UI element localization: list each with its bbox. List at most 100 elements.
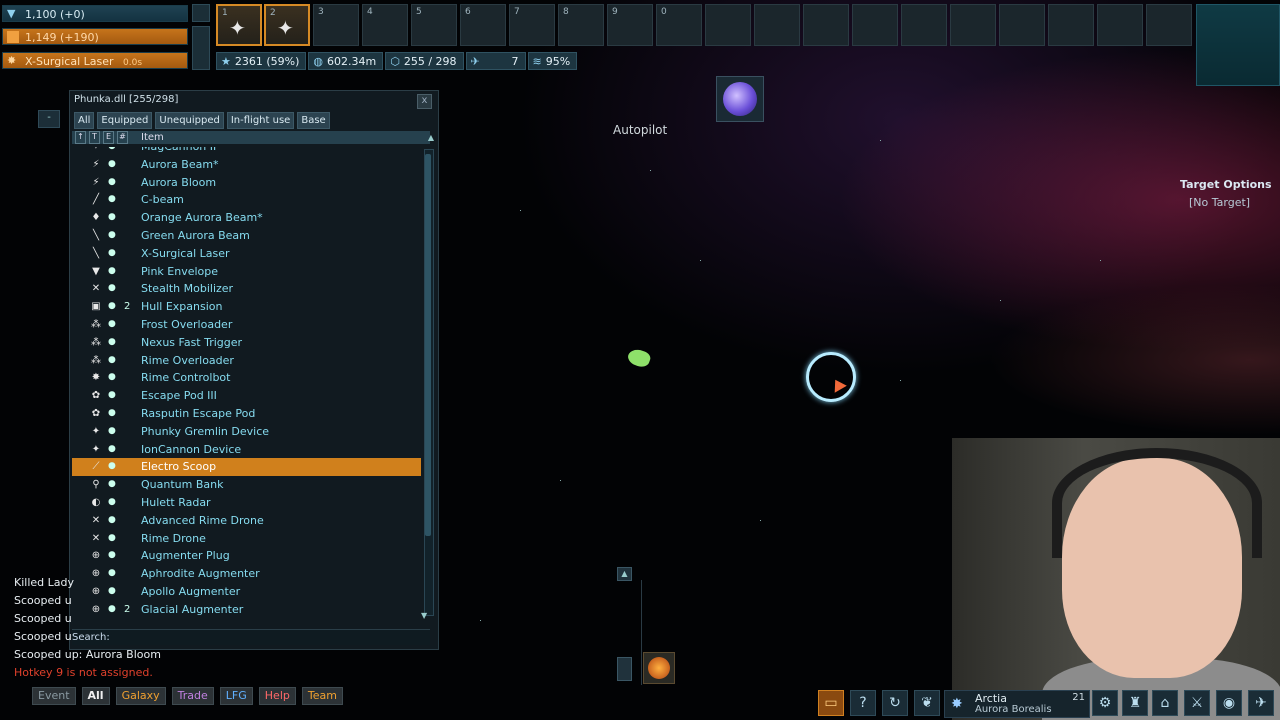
ship-icon[interactable]: ♜ [1122, 690, 1148, 716]
inventory-item[interactable]: ⚲ ● Quantum Bank [72, 476, 421, 494]
inventory-item[interactable]: ✕ ● Advanced Rime Drone [72, 512, 421, 530]
inventory-item[interactable]: ╱ ● C-beam [72, 191, 421, 209]
inventory-item[interactable]: ✦ ● IonCannon Device [72, 441, 421, 459]
equipped-indicator[interactable]: ● [108, 209, 116, 227]
inventory-item[interactable]: ✦ ● Phunky Gremlin Device [72, 423, 421, 441]
scroll-up-icon[interactable]: ▲ [428, 131, 434, 144]
inventory-item[interactable]: ⁂ ● Nexus Fast Trigger [72, 334, 421, 352]
weapon-bar[interactable]: ✸ X-Surgical Laser 0.0s [2, 52, 188, 69]
filter-inflight[interactable]: In-flight use [226, 112, 295, 129]
filter-base[interactable]: Base [297, 112, 330, 129]
inventory-item[interactable]: ✕ ● Rime Drone [72, 530, 421, 548]
equipped-indicator[interactable]: ● [108, 156, 116, 174]
inventory-item[interactable]: ⊕ ● 2 Glacial Augmenter [72, 601, 421, 619]
inventory-item[interactable]: ✸ ● Rime Controlbot [72, 369, 421, 387]
tab-lfg[interactable]: LFG [219, 687, 253, 705]
inventory-item[interactable]: ▼ ● Pink Envelope [72, 263, 421, 281]
equipped-indicator[interactable]: ● [108, 280, 116, 298]
filter-unequipped[interactable]: Unequipped [155, 112, 224, 129]
chat-bubble-icon[interactable]: ▭ [818, 690, 844, 716]
cargo-slot[interactable] [643, 652, 675, 684]
hotbar-slot-extra[interactable] [999, 4, 1045, 46]
equipped-indicator[interactable]: ● [108, 174, 116, 192]
sort-arrow-button[interactable]: ↑ [75, 131, 86, 144]
equipped-indicator[interactable]: ● [108, 476, 116, 494]
hotbar-slot-4[interactable]: 4 [362, 4, 408, 46]
hotbar-slot-0[interactable]: 0 [656, 4, 702, 46]
filter-equipped[interactable]: Equipped [97, 112, 153, 129]
sort-equip-button[interactable]: E [103, 131, 114, 144]
equipped-indicator[interactable]: ● [108, 583, 116, 601]
inventory-item[interactable]: ╲ ● X-Surgical Laser [72, 245, 421, 263]
hotbar-slot-6[interactable]: 6 [460, 4, 506, 46]
skills-icon[interactable]: ⚔ [1184, 690, 1210, 716]
hotbar-slot-extra[interactable] [803, 4, 849, 46]
equipped-indicator[interactable]: ● [108, 316, 116, 334]
inventory-item[interactable]: ⚡ ● Aurora Bloom [72, 174, 421, 192]
cargo-scroll-control[interactable] [617, 657, 632, 681]
equipped-indicator[interactable]: ● [108, 369, 116, 387]
inventory-item[interactable]: ⊕ ● Apollo Augmenter [72, 583, 421, 601]
equipped-indicator[interactable]: ● [108, 458, 116, 476]
tab-all[interactable]: All [81, 687, 110, 705]
inventory-item[interactable]: ⊕ ● Augmenter Plug [72, 547, 421, 565]
inventory-item[interactable]: ✕ ● Stealth Mobilizer [72, 280, 421, 298]
equipped-indicator[interactable]: ● [108, 530, 116, 548]
equipped-indicator[interactable]: ● [108, 547, 116, 565]
hotbar-slot-extra[interactable] [754, 4, 800, 46]
map-icon[interactable]: ✈ [1248, 690, 1274, 716]
chat-expand-icon[interactable]: ▲ [617, 567, 632, 581]
hotbar-slot-1[interactable]: 1 ✦ [216, 4, 262, 46]
equipped-indicator[interactable]: ● [108, 405, 116, 423]
leaf-icon[interactable]: ❦ [914, 690, 940, 716]
equipped-indicator[interactable]: ● [108, 263, 116, 281]
equipped-indicator[interactable]: ● [108, 423, 116, 441]
inventory-item[interactable]: ▣ ● 2 Hull Expansion [72, 298, 421, 316]
hotbar-slot-8[interactable]: 8 [558, 4, 604, 46]
inventory-scrollbar[interactable] [424, 149, 434, 616]
inventory-item[interactable]: ⁂ ● Rime Overloader [72, 352, 421, 370]
inventory-item[interactable]: ♦ ● Orange Aurora Beam* [72, 209, 421, 227]
hotbar-slot-9[interactable]: 9 [607, 4, 653, 46]
inventory-item[interactable]: ⁂ ● Frost Overloader [72, 316, 421, 334]
hotbar-slot-3[interactable]: 3 [313, 4, 359, 46]
equipped-indicator[interactable]: ● [108, 245, 116, 263]
minimap-panel[interactable] [1196, 4, 1280, 86]
tab-galaxy[interactable]: Galaxy [115, 687, 166, 705]
hotbar-slot-5[interactable]: 5 [411, 4, 457, 46]
inventory-item[interactable]: ⟋ ● Electro Scoop [72, 458, 421, 477]
equipped-indicator[interactable]: ● [108, 352, 116, 370]
equipped-indicator[interactable]: ● [108, 227, 116, 245]
hotbar-slot-extra[interactable] [1146, 4, 1192, 46]
tab-help[interactable]: Help [258, 687, 296, 705]
equipped-indicator[interactable]: ● [108, 494, 116, 512]
hangar-icon[interactable]: ⌂ [1152, 690, 1178, 716]
inventory-item[interactable]: ╲ ● Green Aurora Beam [72, 227, 421, 245]
tab-trade[interactable]: Trade [171, 687, 214, 705]
equipped-indicator[interactable]: ● [108, 387, 116, 405]
item-column-label[interactable]: Item [141, 131, 164, 144]
refresh-icon[interactable]: ↻ [882, 690, 908, 716]
equipped-indicator[interactable]: ● [108, 191, 116, 209]
portal-indicator[interactable] [716, 76, 764, 122]
hotbar-toggle-button[interactable] [192, 4, 210, 22]
hotbar-slot-7[interactable]: 7 [509, 4, 555, 46]
inventory-item[interactable]: ⊕ ● Aphrodite Augmenter [72, 565, 421, 583]
scroll-down-icon[interactable]: ▼ [421, 611, 427, 620]
tab-team[interactable]: Team [301, 687, 343, 705]
tab-event[interactable]: Event [32, 687, 76, 705]
search-field[interactable]: Search: [72, 629, 430, 645]
equipped-indicator[interactable]: ● [108, 147, 116, 156]
equipped-indicator[interactable]: ● [108, 334, 116, 352]
location-panel[interactable]: ✸ Arctia Aurora Borealis 21 [944, 690, 1090, 718]
equipped-indicator[interactable]: ● [108, 565, 116, 583]
help-icon[interactable]: ? [850, 690, 876, 716]
hotbar-slot-extra[interactable] [950, 4, 996, 46]
hotbar-slot-extra[interactable] [901, 4, 947, 46]
equipped-indicator[interactable]: ● [108, 441, 116, 459]
close-icon[interactable]: x [417, 94, 432, 109]
collapse-button[interactable]: - [38, 110, 60, 128]
inventory-item[interactable]: ✿ ● Escape Pod III [72, 387, 421, 405]
hotbar-slot-extra[interactable] [852, 4, 898, 46]
inventory-item[interactable]: ✿ ● Rasputin Escape Pod [72, 405, 421, 423]
